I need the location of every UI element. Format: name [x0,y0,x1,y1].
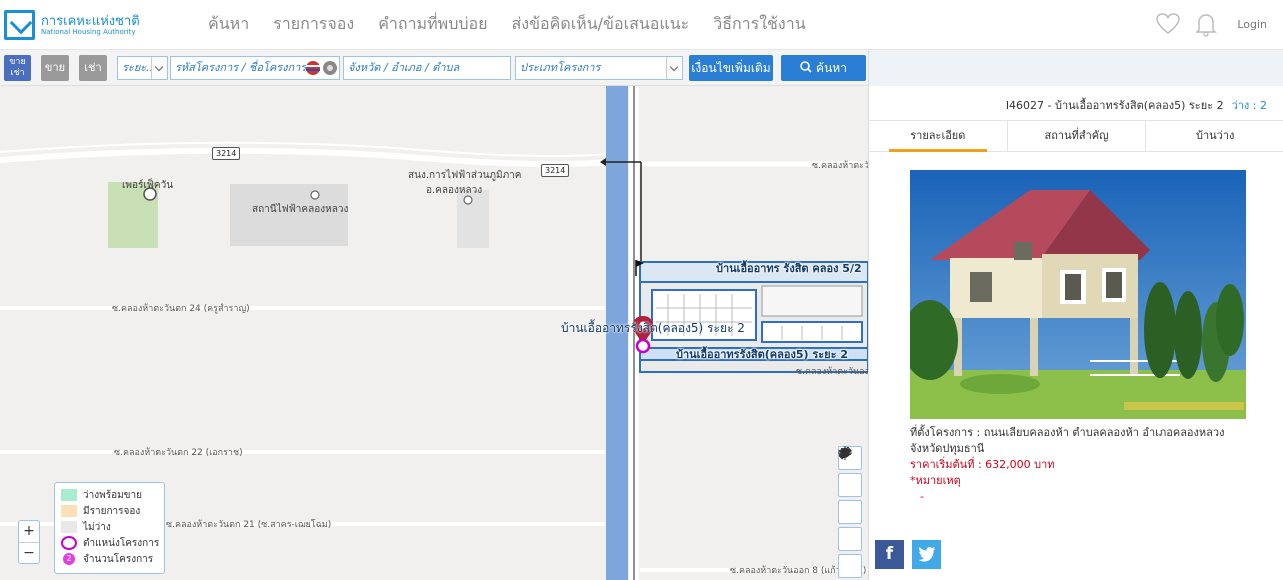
login-link[interactable]: Login [1237,18,1267,31]
project-note-label: *หมายเหตุ [910,474,961,487]
project-type-select[interactable]: ประเภทโครงการ [515,56,683,80]
map-label-road-21: ซ.คลองห้าตะวันตก 21 (ซ.สาคร-เฌยโฉม) [166,520,332,530]
chevron-down-icon [666,57,682,79]
map-label-poi: เพอร์เฟ็ควัน [122,180,174,191]
road-number-badge: 3214 [212,147,241,160]
project-detail-panel: I46027 - บ้านเอื้ออาทรรังสิต(คลอง5) ระยะ… [868,50,1283,580]
ruler-tool-button[interactable] [838,446,862,551]
project-type-value: ประเภทโครงการ [520,61,601,74]
legend-label: ว่างพร้อมขาย [83,489,142,501]
my-location-button[interactable] [838,446,862,578]
search-button-label: ค้นหา [816,61,847,75]
map-tools [838,446,863,580]
tab-landmarks[interactable]: สถานที่สำคัญ [1008,121,1147,151]
bell-icon[interactable] [1193,11,1219,37]
legend-swatch [61,521,77,533]
tab-details[interactable]: รายละเอียด [869,121,1008,152]
detail-tabs: รายละเอียด สถานที่สำคัญ บ้านว่าง [869,120,1283,152]
legend-label: ไม่ว่าง [83,521,111,533]
menu-item-reservations[interactable]: รายการจอง [261,12,366,36]
map-canvas[interactable]: เพอร์เฟ็ควัน สถานีไฟฟ้าคลองหลวง สนง.การไ… [0,86,868,580]
project-price: ราคาเริ่มต้นที่ : 632,000 บาท [910,458,1055,471]
project-title-text: I46027 - บ้านเอื้ออาทรรังสิต(คลอง5) ระยะ… [1005,99,1224,112]
project-photo[interactable] [910,170,1246,419]
zoom-in-button[interactable]: + [19,521,39,542]
search-bar: ขาย เช่า ขาย เช่า ระยะ... รหัสโครงการ / … [0,50,868,86]
legend-label: มีรายการจอง [83,505,141,517]
legend-item-project-count: 2 จำนวนโครงการ [61,551,158,567]
heart-icon[interactable] [1155,12,1181,36]
chevron-down-icon [151,57,167,79]
legend-item-project-location: ตำแหน่งโครงการ [61,535,160,551]
share-buttons: f [875,540,941,569]
legend-item-unavailable: ไม่ว่าง [61,519,158,535]
eraser-tool-button[interactable] [838,449,862,497]
cluster-count-icon: 2 [63,553,75,565]
house-logo-icon [4,10,35,40]
project-note-value: - [920,490,924,503]
legend-item-reserved: มีรายการจอง [61,503,158,519]
twitter-bird-icon [917,546,935,562]
twitter-share-button[interactable] [912,540,941,569]
flag-icon[interactable] [305,60,321,76]
legend-swatch [61,489,77,501]
legend-item-available: ว่างพร้อมขาย [61,487,158,503]
area-search-input[interactable]: จังหวัด / อำเภอ / ตำบล [343,56,511,80]
project-marker-label[interactable]: บ้านเอื้ออาทรรังสิต(คลอง5) ระยะ 2 [561,319,745,338]
project-location: ที่ตั้งโครงการ : ถนนเลียบคลองห้า ตำบลคลอ… [910,426,1225,455]
menu-item-feedback[interactable]: ส่งข้อคิดเห็น/ข้อเสนอแนะ [499,12,701,36]
map-legend: ว่างพร้อมขาย มีรายการจอง ไม่ว่าง ตำแหน่ง… [54,482,165,574]
road-number-badge: 3214 [541,164,570,177]
layers-tool-button[interactable] [838,447,862,524]
tab-available-units[interactable]: บ้านว่าง [1146,121,1283,151]
project-title: I46027 - บ้านเอื้ออาทรรังสิต(คลอง5) ระยะ… [1006,96,1267,114]
crosshair-icon [838,446,852,460]
sale-button[interactable]: ขาย [41,55,69,81]
settings-icon[interactable] [322,60,338,76]
project-label-khlong5-phase2[interactable]: บ้านเอื้ออาทรรังสิต(คลอง5) ระยะ 2 [676,345,848,363]
map-label-road-22: ซ.คลองห้าตะวันตก 22 (เอกราช) [114,448,243,458]
available-count: ว่าง : 2 [1231,99,1267,112]
project-info: ที่ตั้งโครงการ : ถนนเลียบคลองห้า ตำบลคลอ… [910,425,1250,505]
main-menu: ค้นหา รายการจอง คำถามที่พบบ่อย ส่งข้อคิด… [196,12,818,36]
map-label-road-24: ซ.คลองห้าตะวันตก 24 (ครูสำราญ) [112,304,250,314]
project-search-input[interactable]: รหัสโครงการ / ชื่อโครงการ [170,56,340,80]
house-photo-illustration [910,170,1246,419]
legend-label: จำนวนโครงการ [83,553,154,565]
sale-rent-toggle-button[interactable]: ขาย เช่า [4,55,31,81]
search-button[interactable]: ค้นหา [781,55,866,81]
rent-button[interactable]: เช่า [79,55,107,81]
search-icon [800,61,812,73]
nha-logo[interactable]: การเคหะแห่งชาติ National Housing Authori… [4,8,140,42]
panel-header-bar [869,50,1283,86]
legend-swatch [61,505,77,517]
location-ring-icon [61,536,77,550]
facebook-icon: f [885,544,894,564]
map-label-road-top: ซ.คลองห้าตะวันตก [812,161,868,171]
project-search-placeholder: รหัสโครงการ / ชื่อโครงการ [175,61,307,74]
phase-select[interactable]: ระยะ... [117,56,168,80]
more-conditions-button[interactable]: เงื่อนไขเพิ่มเติม [689,55,773,81]
facebook-share-button[interactable]: f [875,540,904,569]
legend-label: ตำแหน่งโครงการ [83,537,160,549]
logo-title-en: National Housing Authority [41,28,136,36]
map-label-station: สถานีไฟฟ้าคลองหลวง [252,204,349,215]
menu-item-search[interactable]: ค้นหา [196,12,261,36]
map-label-pea: สนง.การไฟฟ้าส่วนภูมิภาค [408,170,522,181]
zoom-control: + − [18,520,40,564]
map-label-road-east: ซ.คลองห้าตะวันออก [796,367,868,377]
menu-item-howto[interactable]: วิธีการใช้งาน [701,12,817,36]
map-label-pea-district: อ.คลองหลวง [426,185,483,196]
zoom-out-button[interactable]: − [19,542,39,563]
top-navbar: การเคหะแห่งชาติ National Housing Authori… [0,0,1283,50]
menu-item-faq[interactable]: คำถามที่พบบ่อย [366,12,499,36]
project-label-khlong5-2[interactable]: บ้านเอื้ออาทร รังสิต คลอง 5/2 [716,259,862,277]
